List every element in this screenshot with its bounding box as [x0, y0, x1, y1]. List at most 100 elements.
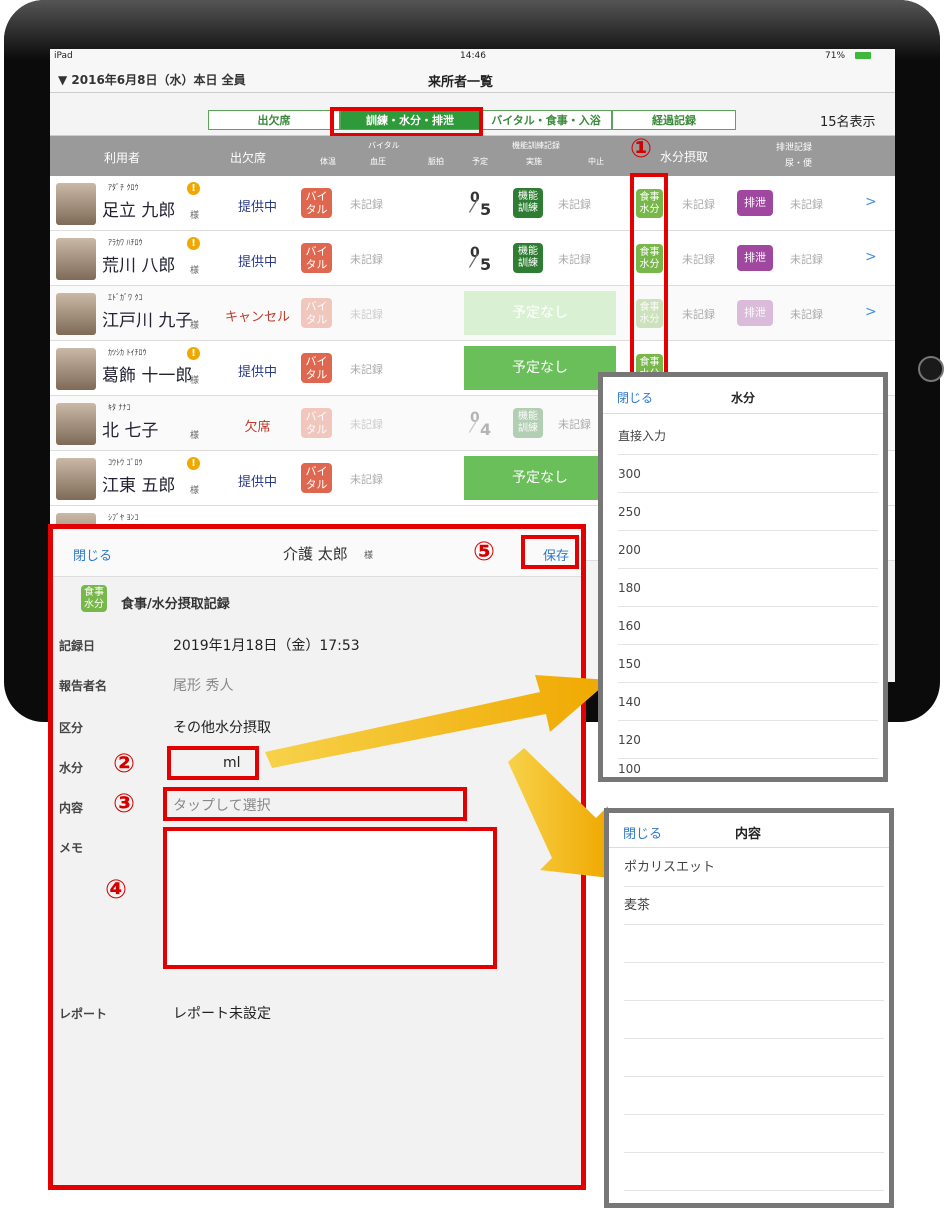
field-label-memo: メモ: [59, 841, 84, 855]
training-total: 4: [480, 420, 492, 439]
no-plan-label: 予定なし: [464, 456, 616, 500]
field-value-reporter[interactable]: 尾形 秀人: [173, 675, 233, 695]
header-vital-temp: 体温: [320, 157, 336, 166]
header-attendance: 出欠席: [230, 151, 267, 165]
water-unit: ml: [223, 755, 241, 771]
water-option[interactable]: 200: [618, 531, 878, 569]
row-sama: 様: [190, 431, 200, 441]
header-excretion: 排泄記録: [776, 143, 813, 153]
table-row[interactable]: ｴﾄﾞｶﾞﾜ ｸｺ 江戸川 九子 様 キャンセル バイ タル 未記録 予定なし …: [50, 286, 895, 341]
vital-icon[interactable]: バイ タル: [301, 188, 332, 218]
row-sama: 様: [190, 266, 200, 276]
callout-2: ②: [113, 749, 136, 779]
row-chevron-icon[interactable]: >: [865, 249, 877, 265]
warning-icon: !: [187, 182, 200, 195]
tab-progress[interactable]: 経過記録: [612, 110, 736, 130]
avatar: [56, 183, 96, 225]
water-option[interactable]: 250: [618, 493, 878, 531]
no-plan-label: 予定なし: [464, 291, 616, 335]
vital-status: 未記録: [350, 473, 383, 486]
status-bar: iPad 14:46 71%: [50, 49, 895, 63]
content-popup-title: 内容: [735, 827, 762, 842]
avatar: [56, 238, 96, 280]
highlight-tab: [330, 107, 483, 137]
nav-bar: ▼ 2016年6月8日（水）本日 全員 来所者一覧: [50, 63, 895, 93]
water-option[interactable]: 直接入力: [618, 417, 878, 455]
row-attendance[interactable]: 提供中: [210, 471, 305, 490]
header-training: 機能訓練記録: [512, 141, 560, 150]
field-label-category: 区分: [59, 721, 84, 735]
water-option[interactable]: 160: [618, 607, 878, 645]
tab-vital-meal-bath[interactable]: バイタル・食事・入浴: [480, 110, 612, 130]
empty-option: [624, 1115, 884, 1153]
water-option[interactable]: 140: [618, 683, 878, 721]
row-name: 荒川 八郎: [102, 256, 176, 276]
callout-3: ③: [113, 789, 136, 819]
water-option[interactable]: 300: [618, 455, 878, 493]
training-total: 5: [480, 200, 492, 219]
water-input-field[interactable]: [167, 746, 259, 780]
row-name: 北 七子: [102, 421, 159, 441]
training-icon: 機能 訓練: [513, 408, 543, 438]
no-plan-label: 予定なし: [464, 346, 616, 390]
count-label: 15名表示: [820, 115, 876, 130]
memo-textarea[interactable]: [163, 827, 497, 969]
excretion-status: 未記録: [790, 198, 823, 211]
date-selector[interactable]: ▼ 2016年6月8日（水）本日 全員: [58, 71, 246, 88]
training-icon[interactable]: 機能 訓練: [513, 188, 543, 218]
tab-attendance[interactable]: 出欠席: [208, 110, 340, 130]
content-option[interactable]: ポカリスエット: [624, 849, 884, 887]
training-status: 未記録: [558, 198, 591, 211]
training-status: 未記録: [558, 253, 591, 266]
vital-icon[interactable]: バイ タル: [301, 353, 332, 383]
warning-icon: !: [187, 237, 200, 250]
water-option[interactable]: 150: [618, 645, 878, 683]
vital-icon[interactable]: バイ タル: [301, 243, 332, 273]
vital-icon[interactable]: バイ タル: [301, 463, 332, 493]
table-row[interactable]: ｱﾀﾞﾁ ｸﾛｳ 足立 九郎 ! 様 提供中 バイ タル 未記録 0 ⁄ 5 機能 …: [50, 176, 895, 231]
excretion-icon[interactable]: 排泄: [737, 245, 773, 271]
clock: 14:46: [460, 51, 486, 61]
row-kana: ｷﾀ ﾅﾅｺ: [108, 403, 131, 412]
save-button[interactable]: 保存: [543, 545, 569, 564]
row-name: 江戸川 九子: [102, 311, 193, 331]
content-option[interactable]: 麦茶: [624, 887, 884, 925]
row-attendance[interactable]: 提供中: [210, 196, 305, 215]
modal-close-button[interactable]: 閉じる: [73, 545, 112, 564]
water-popup: 閉じる 水分 直接入力 300 250 200 180 160 150 140 …: [598, 372, 888, 782]
row-kana: ｶﾂｼｶ ﾄｲﾁﾛｳ: [108, 348, 147, 357]
vital-status: 未記録: [350, 308, 383, 321]
table-row[interactable]: ｱﾗｶﾜ ﾊﾁﾛｳ 荒川 八郎 ! 様 提供中 バイ タル 未記録 0 ⁄ 5 機能…: [50, 231, 895, 286]
row-attendance[interactable]: キャンセル: [210, 306, 305, 325]
battery-icon: [855, 52, 871, 59]
modal-subtitle: 食事/水分摂取記録: [121, 597, 230, 612]
vital-icon: バイ タル: [301, 298, 332, 328]
water-popup-title: 水分: [731, 391, 756, 405]
content-popup-close[interactable]: 閉じる: [623, 823, 662, 842]
training-icon[interactable]: 機能 訓練: [513, 243, 543, 273]
field-value-report[interactable]: レポート未設定: [173, 1003, 271, 1023]
water-option[interactable]: 180: [618, 569, 878, 607]
row-chevron-icon[interactable]: >: [865, 194, 877, 210]
vital-status: 未記録: [350, 363, 383, 376]
row-attendance[interactable]: 欠席: [210, 416, 305, 435]
avatar: [56, 458, 96, 500]
content-popup: 閉じる 内容 ポカリスエット 麦茶: [604, 808, 894, 1208]
meal-water-icon: 食事 水分: [81, 585, 107, 612]
water-option[interactable]: 120: [618, 721, 878, 759]
water-popup-close[interactable]: 閉じる: [617, 389, 653, 406]
water-option[interactable]: 100: [618, 759, 878, 779]
empty-option: [624, 1039, 884, 1077]
header-training-stop: 中止: [588, 157, 604, 166]
row-attendance[interactable]: 提供中: [210, 251, 305, 270]
row-name: 江東 五郎: [102, 476, 176, 496]
empty-option: [624, 925, 884, 963]
home-button[interactable]: [918, 356, 944, 382]
excretion-status: 未記録: [790, 253, 823, 266]
excretion-icon[interactable]: 排泄: [737, 190, 773, 216]
row-attendance[interactable]: 提供中: [210, 361, 305, 380]
empty-option: [624, 963, 884, 1001]
row-sama: 様: [190, 321, 200, 331]
header-training-done: 実施: [526, 157, 542, 166]
row-chevron-icon[interactable]: >: [865, 304, 877, 320]
